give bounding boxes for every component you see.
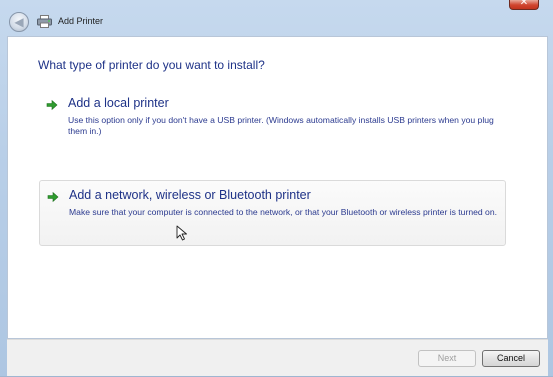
option-title: Add a local printer xyxy=(68,96,169,110)
add-printer-window: ✕ ◀ Add Printer What type of printer do … xyxy=(0,0,553,377)
add-local-printer-option[interactable]: Add a local printer Use this option only… xyxy=(39,89,506,151)
cancel-button[interactable]: Cancel xyxy=(482,350,540,367)
back-arrow-icon: ◀ xyxy=(14,15,24,29)
option-description: Make sure that your computer is connecte… xyxy=(69,207,497,217)
back-button[interactable]: ◀ xyxy=(9,12,29,32)
option-description: Use this option only if you don't have a… xyxy=(68,115,494,136)
green-arrow-icon xyxy=(47,191,59,203)
option-title: Add a network, wireless or Bluetooth pri… xyxy=(69,188,311,202)
add-network-printer-option[interactable]: Add a network, wireless or Bluetooth pri… xyxy=(39,180,506,246)
printer-icon xyxy=(37,15,52,28)
title-bar: ◀ Add Printer xyxy=(0,8,553,36)
mouse-cursor-icon xyxy=(176,225,187,241)
next-button[interactable]: Next xyxy=(418,350,476,367)
window-title: Add Printer xyxy=(58,16,104,26)
wizard-content: What type of printer do you want to inst… xyxy=(7,36,548,339)
page-question: What type of printer do you want to inst… xyxy=(38,58,265,72)
wizard-footer: Next Cancel xyxy=(7,339,548,377)
green-arrow-icon xyxy=(46,99,58,111)
